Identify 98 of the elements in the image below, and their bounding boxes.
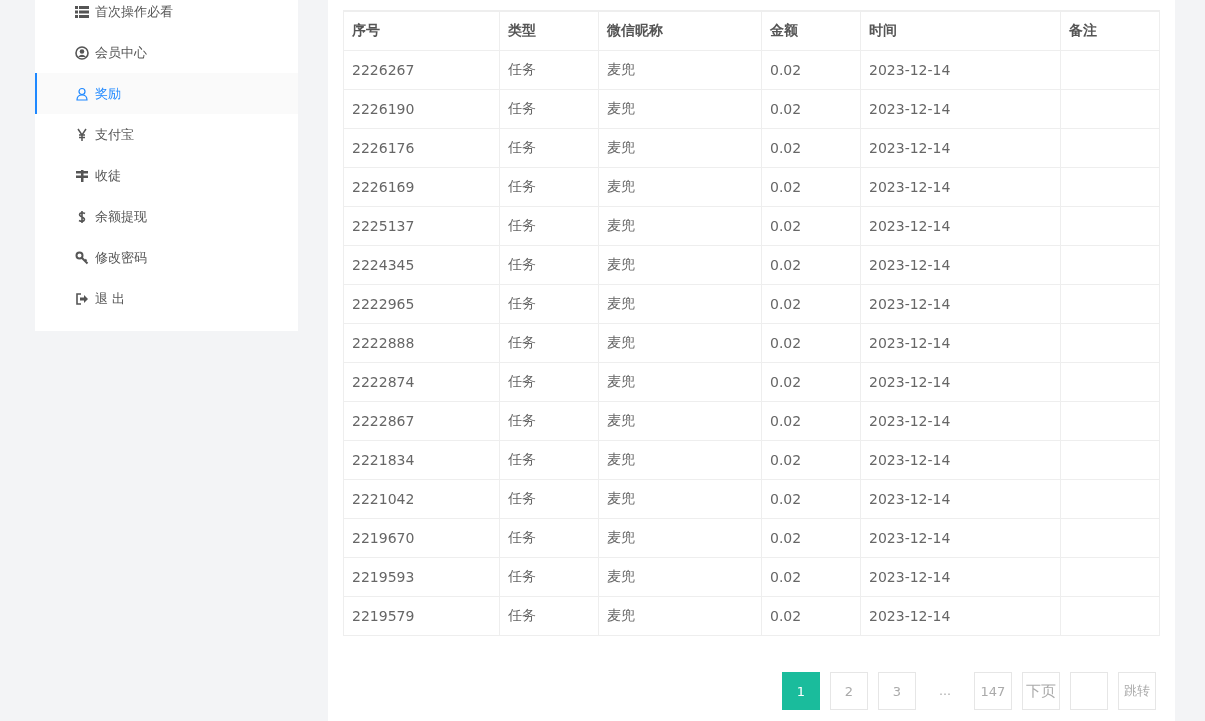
table-cell: 2023-12-14: [860, 323, 1061, 363]
table-cell: 2225137: [343, 206, 500, 246]
table-cell: 0.02: [761, 557, 861, 597]
column-header: 时间: [860, 11, 1061, 51]
table-cell: 2023-12-14: [860, 167, 1061, 207]
table-cell: 2023-12-14: [860, 284, 1061, 324]
table-cell: 麦兜: [598, 167, 762, 207]
table-cell: 任务: [499, 245, 599, 285]
table-cell: 任务: [499, 440, 599, 480]
list-icon: [75, 4, 89, 19]
table-cell: 麦兜: [598, 284, 762, 324]
table-cell: 2221042: [343, 479, 500, 519]
sidebar-item[interactable]: 余额提现: [35, 196, 298, 237]
table-cell: 2222965: [343, 284, 500, 324]
table-cell: 0.02: [761, 518, 861, 558]
table-cell: 麦兜: [598, 557, 762, 597]
sidebar-item[interactable]: 修改密码: [35, 237, 298, 278]
table-cell: 任务: [499, 557, 599, 597]
column-header: 序号: [343, 11, 500, 51]
table-cell: 2023-12-14: [860, 128, 1061, 168]
table-cell: 任务: [499, 518, 599, 558]
table-cell: 0.02: [761, 440, 861, 480]
sidebar-item[interactable]: 奖励: [35, 73, 298, 114]
table-cell: 0.02: [761, 89, 861, 129]
table-cell: 2226176: [343, 128, 500, 168]
user-circle-icon: [75, 45, 89, 60]
sign-out-icon: [75, 291, 89, 306]
column-header: 类型: [499, 11, 599, 51]
table-cell: 任务: [499, 128, 599, 168]
table-cell: 麦兜: [598, 596, 762, 636]
table-cell: 2219593: [343, 557, 500, 597]
table-cell: 麦兜: [598, 401, 762, 441]
sidebar-item[interactable]: 首次操作必看: [35, 0, 298, 32]
table-cell: 0.02: [761, 245, 861, 285]
table-cell: 任务: [499, 362, 599, 402]
table-cell: 2226190: [343, 89, 500, 129]
table-cell: 麦兜: [598, 50, 762, 90]
table-cell: 麦兜: [598, 518, 762, 558]
table-cell: 麦兜: [598, 206, 762, 246]
table-cell: 2222874: [343, 362, 500, 402]
table-cell: 0.02: [761, 167, 861, 207]
table-cell: 任务: [499, 206, 599, 246]
table-cell: 2023-12-14: [860, 50, 1061, 90]
page-ellipsis: …: [938, 683, 952, 700]
table-cell: 0.02: [761, 50, 861, 90]
table-cell: 2224345: [343, 245, 500, 285]
key-icon: [75, 250, 89, 265]
table-cell: 任务: [499, 479, 599, 519]
table-cell: 0.02: [761, 479, 861, 519]
table-cell: 2222867: [343, 401, 500, 441]
signpost-icon: [75, 168, 89, 183]
table-cell: 0.02: [761, 284, 861, 324]
sidebar-item[interactable]: 收徒: [35, 155, 298, 196]
table-cell: 2226169: [343, 167, 500, 207]
table-cell: 任务: [499, 596, 599, 636]
table-cell: 任务: [499, 401, 599, 441]
column-header: 金额: [761, 11, 861, 51]
table-cell: 2221834: [343, 440, 500, 480]
table-cell: 0.02: [761, 362, 861, 402]
table-cell: 任务: [499, 284, 599, 324]
table-cell: 0.02: [761, 323, 861, 363]
table-cell: 2023-12-14: [860, 518, 1061, 558]
column-header: 备注: [1060, 11, 1160, 51]
table-cell: 任务: [499, 167, 599, 207]
sidebar-item[interactable]: 会员中心: [35, 32, 298, 73]
table-cell: 2226267: [343, 50, 500, 90]
table-cell: 2023-12-14: [860, 362, 1061, 402]
table-cell: 2023-12-14: [860, 557, 1061, 597]
table-cell: 0.02: [761, 206, 861, 246]
column-header: 微信昵称: [598, 11, 762, 51]
table-cell: 麦兜: [598, 128, 762, 168]
table-cell: 2023-12-14: [860, 440, 1061, 480]
table-cell: 0.02: [761, 128, 861, 168]
sidebar-item[interactable]: 支付宝: [35, 114, 298, 155]
table-cell: 2023-12-14: [860, 596, 1061, 636]
yen-icon: [75, 127, 89, 142]
table-cell: 2023-12-14: [860, 89, 1061, 129]
table-cell: 任务: [499, 323, 599, 363]
table-cell: 麦兜: [598, 245, 762, 285]
sidebar-item[interactable]: 退 出: [35, 278, 298, 319]
table-cell: 麦兜: [598, 323, 762, 363]
table-cell: 麦兜: [598, 89, 762, 129]
table-cell: 2023-12-14: [860, 401, 1061, 441]
table-cell: 2222888: [343, 323, 500, 363]
table-cell: 2023-12-14: [860, 479, 1061, 519]
table-cell: 2023-12-14: [860, 206, 1061, 246]
table-cell: 任务: [499, 89, 599, 129]
table-cell: 2219670: [343, 518, 500, 558]
table-cell: 麦兜: [598, 479, 762, 519]
page-input-field[interactable]: [1070, 672, 1108, 710]
table-cell: 0.02: [761, 596, 861, 636]
table-cell: 任务: [499, 50, 599, 90]
table-cell: 麦兜: [598, 440, 762, 480]
table-cell: 2219579: [343, 596, 500, 636]
table-cell: 麦兜: [598, 362, 762, 402]
table-cell: 0.02: [761, 401, 861, 441]
user-icon: [75, 86, 89, 101]
table-cell: 2023-12-14: [860, 245, 1061, 285]
